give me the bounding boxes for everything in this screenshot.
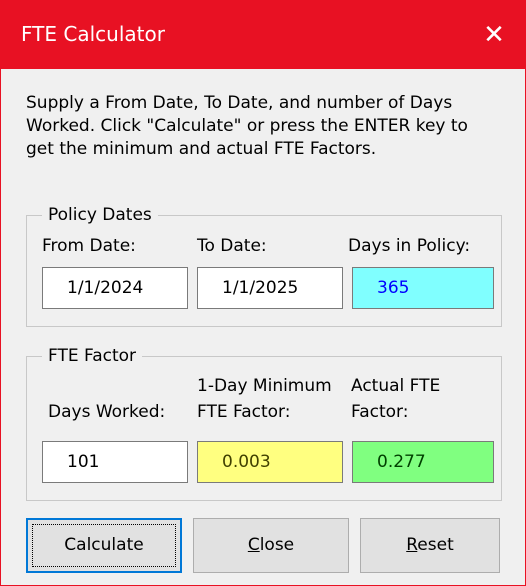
min-fte-label-line1: 1-Day Minimum: [197, 376, 332, 396]
actual-fte-label-line1: Actual FTE: [351, 376, 441, 396]
close-button-label: Close: [248, 535, 294, 555]
reset-button[interactable]: Reset: [360, 518, 500, 573]
days-worked-field[interactable]: 101: [42, 441, 188, 483]
from-date-label: From Date:: [42, 236, 136, 256]
calculate-button-label: Calculate: [64, 535, 144, 555]
title-bar[interactable]: FTE Calculator ✕: [1, 1, 525, 69]
calculate-button[interactable]: Calculate: [26, 518, 182, 573]
min-fte-label-line2: FTE Factor:: [197, 402, 291, 422]
days-in-policy-label: Days in Policy:: [348, 236, 471, 256]
min-fte-factor-field: 0.003: [197, 441, 343, 483]
window-title: FTE Calculator: [21, 22, 165, 46]
days-in-policy-field: 365: [352, 267, 494, 309]
close-label-rest: lose: [259, 535, 295, 555]
instructions-text: Supply a From Date, To Date, and number …: [26, 93, 468, 159]
reset-button-label: Reset: [406, 535, 454, 555]
actual-fte-factor-field: 0.277: [352, 441, 494, 483]
close-icon[interactable]: ✕: [463, 1, 525, 69]
to-date-label: To Date:: [197, 236, 267, 256]
close-mnemonic: C: [247, 535, 260, 555]
close-button[interactable]: Close: [193, 518, 349, 573]
days-worked-label: Days Worked:: [48, 402, 166, 422]
fte-factor-legend: FTE Factor: [42, 344, 143, 368]
actual-fte-label-line2: Factor:: [351, 402, 409, 422]
reset-mnemonic: R: [406, 535, 418, 555]
fte-calculator-window: FTE Calculator ✕ Supply a From Date, To …: [0, 0, 526, 586]
to-date-field[interactable]: 1/1/2025: [197, 267, 343, 309]
policy-dates-legend: Policy Dates: [42, 203, 158, 227]
reset-label-rest: eset: [417, 535, 454, 555]
from-date-field[interactable]: 1/1/2024: [42, 267, 188, 309]
